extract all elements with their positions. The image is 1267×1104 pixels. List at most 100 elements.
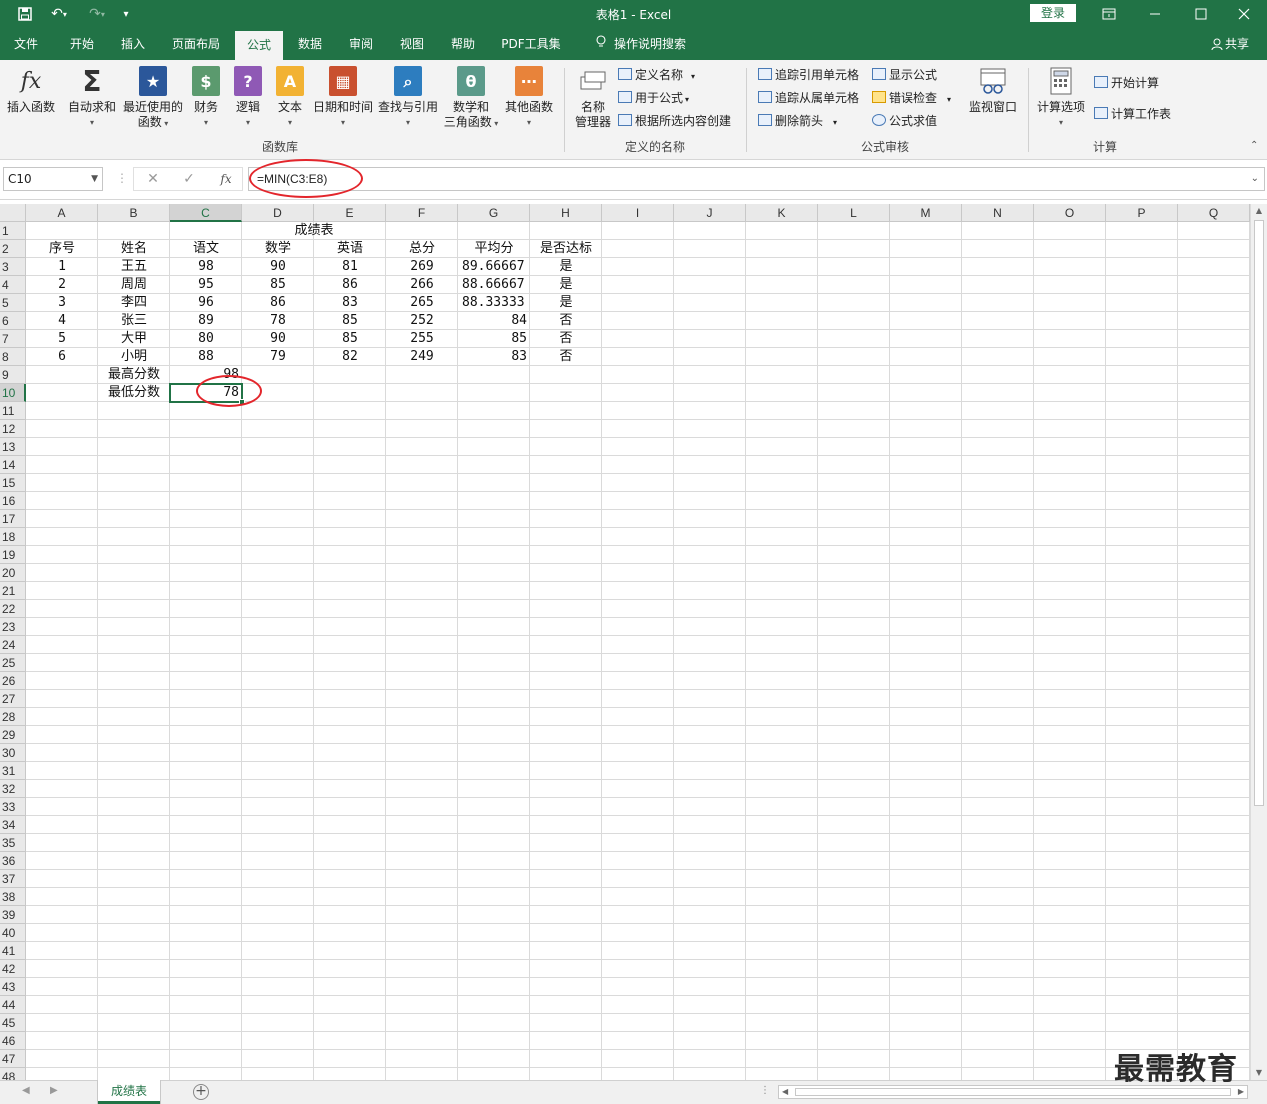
data-cell[interactable]: 86 bbox=[242, 294, 314, 312]
sheet-tab-active[interactable]: 成绩表 bbox=[98, 1080, 160, 1104]
maximize-icon[interactable] bbox=[1178, 0, 1224, 28]
column-header-q[interactable]: Q bbox=[1178, 204, 1250, 222]
define-name-button[interactable]: 定义名称 ▾ bbox=[618, 66, 695, 84]
data-cell[interactable]: 88.33333 bbox=[458, 294, 530, 312]
watch-window-button[interactable]: 监视窗口 bbox=[966, 66, 1020, 115]
vertical-scroll-thumb[interactable] bbox=[1254, 220, 1264, 806]
scroll-up-icon[interactable]: ▲ bbox=[1251, 204, 1267, 218]
minimize-icon[interactable] bbox=[1132, 0, 1178, 28]
collapse-ribbon-icon[interactable]: ⌃ bbox=[1250, 140, 1258, 151]
row-header-36[interactable]: 36 bbox=[0, 852, 26, 870]
row-header-15[interactable]: 15 bbox=[0, 474, 26, 492]
save-icon[interactable] bbox=[14, 4, 36, 24]
column-header-l[interactable]: L bbox=[818, 204, 890, 222]
error-checking-button[interactable]: 错误检查 ▾ bbox=[872, 89, 951, 107]
data-cell[interactable]: 6 bbox=[26, 348, 98, 366]
column-header-i[interactable]: I bbox=[602, 204, 674, 222]
column-header-f[interactable]: F bbox=[386, 204, 458, 222]
column-header-b[interactable]: B bbox=[98, 204, 170, 222]
data-cell[interactable]: 是 bbox=[530, 276, 602, 294]
max-score-value[interactable]: 98 bbox=[170, 366, 242, 384]
create-from-selection-button[interactable]: 根据所选内容创建 bbox=[618, 112, 731, 130]
insert-function-fx-icon[interactable]: fx bbox=[216, 167, 236, 191]
row-header-35[interactable]: 35 bbox=[0, 834, 26, 852]
data-cell[interactable]: 周周 bbox=[98, 276, 170, 294]
row-header-33[interactable]: 33 bbox=[0, 798, 26, 816]
header-cell[interactable]: 英语 bbox=[314, 240, 386, 258]
login-button[interactable]: 登录 bbox=[1030, 4, 1076, 22]
row-header-1[interactable]: 1 bbox=[0, 222, 26, 240]
row-header-25[interactable]: 25 bbox=[0, 654, 26, 672]
scroll-right-icon[interactable]: ▶ bbox=[1238, 1086, 1244, 1098]
data-cell[interactable]: 96 bbox=[170, 294, 242, 312]
max-score-label[interactable]: 最高分数 bbox=[98, 366, 170, 384]
worksheet-grid[interactable]: ABCDEFGHIJKLMNOPQ 1 2 3 4 5 6 7 8 9 10 11 12 13 14 15 1… bbox=[0, 204, 1250, 1080]
row-header-19[interactable]: 19 bbox=[0, 546, 26, 564]
lookup-reference-button[interactable]: ⌕ 查找与引用 ▾ bbox=[376, 66, 440, 130]
more-functions-button[interactable]: ⋯ 其他函数 ▾ bbox=[502, 66, 556, 130]
row-header-3[interactable]: 3 bbox=[0, 258, 26, 276]
trace-dependents-button[interactable]: 追踪从属单元格 bbox=[758, 89, 859, 107]
show-formulas-button[interactable]: 显示公式 bbox=[872, 66, 937, 84]
data-cell[interactable]: 95 bbox=[170, 276, 242, 294]
data-cell[interactable]: 84 bbox=[458, 312, 530, 330]
data-cell[interactable]: 85 bbox=[314, 330, 386, 348]
column-header-h[interactable]: H bbox=[530, 204, 602, 222]
data-cell[interactable]: 90 bbox=[242, 330, 314, 348]
row-header-32[interactable]: 32 bbox=[0, 780, 26, 798]
tell-me-search[interactable]: 操作说明搜索 bbox=[586, 28, 696, 60]
insert-function-button[interactable]: fx 插入函数 bbox=[4, 66, 58, 115]
tab-view[interactable]: 视图 bbox=[390, 28, 434, 60]
row-header-43[interactable]: 43 bbox=[0, 978, 26, 996]
column-header-g[interactable]: G bbox=[458, 204, 530, 222]
row-header-29[interactable]: 29 bbox=[0, 726, 26, 744]
formula-bar-grip-icon[interactable]: ⋮ bbox=[116, 171, 128, 185]
row-header-48[interactable]: 48 bbox=[0, 1068, 26, 1080]
data-cell[interactable]: 81 bbox=[314, 258, 386, 276]
data-cell[interactable]: 252 bbox=[386, 312, 458, 330]
row-header-16[interactable]: 16 bbox=[0, 492, 26, 510]
name-box[interactable]: C10 ▼ bbox=[3, 167, 103, 191]
column-header-m[interactable]: M bbox=[890, 204, 962, 222]
enter-check-icon[interactable]: ✓ bbox=[180, 167, 198, 191]
tab-insert[interactable]: 插入 bbox=[110, 28, 156, 60]
vertical-scrollbar[interactable]: ▲ ▼ bbox=[1250, 204, 1267, 1080]
header-cell[interactable]: 是否达标 bbox=[530, 240, 602, 258]
tab-file[interactable]: 文件 bbox=[4, 28, 48, 60]
data-cell[interactable]: 86 bbox=[314, 276, 386, 294]
data-cell[interactable]: 83 bbox=[458, 348, 530, 366]
tab-formulas[interactable]: 公式 bbox=[235, 31, 283, 60]
data-cell[interactable]: 83 bbox=[314, 294, 386, 312]
chevron-down-icon[interactable]: ▼ bbox=[91, 168, 98, 190]
tab-page-layout[interactable]: 页面布局 bbox=[164, 28, 228, 60]
data-cell[interactable]: 小明 bbox=[98, 348, 170, 366]
row-header-12[interactable]: 12 bbox=[0, 420, 26, 438]
undo-icon[interactable]: ↶ ▾ bbox=[44, 4, 74, 24]
data-cell[interactable]: 89.66667 bbox=[458, 258, 530, 276]
sheet-title-cell[interactable]: 成绩表 bbox=[26, 222, 602, 240]
tab-split-grip-icon[interactable]: ⋮ bbox=[760, 1085, 770, 1096]
data-cell[interactable]: 3 bbox=[26, 294, 98, 312]
column-header-d[interactable]: D bbox=[242, 204, 314, 222]
row-header-18[interactable]: 18 bbox=[0, 528, 26, 546]
logical-button[interactable]: ? 逻辑 ▾ bbox=[230, 66, 266, 130]
data-cell[interactable]: 否 bbox=[530, 330, 602, 348]
row-header-47[interactable]: 47 bbox=[0, 1050, 26, 1068]
column-header-o[interactable]: O bbox=[1034, 204, 1106, 222]
data-cell[interactable]: 79 bbox=[242, 348, 314, 366]
row-header-41[interactable]: 41 bbox=[0, 942, 26, 960]
row-header-5[interactable]: 5 bbox=[0, 294, 26, 312]
column-header-e[interactable]: E bbox=[314, 204, 386, 222]
data-cell[interactable]: 2 bbox=[26, 276, 98, 294]
row-header-34[interactable]: 34 bbox=[0, 816, 26, 834]
data-cell[interactable]: 89 bbox=[170, 312, 242, 330]
row-header-14[interactable]: 14 bbox=[0, 456, 26, 474]
row-header-39[interactable]: 39 bbox=[0, 906, 26, 924]
column-header-k[interactable]: K bbox=[746, 204, 818, 222]
data-cell[interactable]: 大甲 bbox=[98, 330, 170, 348]
data-cell[interactable]: 80 bbox=[170, 330, 242, 348]
evaluate-formula-button[interactable]: 公式求值 bbox=[872, 112, 937, 130]
data-cell[interactable]: 85 bbox=[314, 312, 386, 330]
header-cell[interactable]: 平均分 bbox=[458, 240, 530, 258]
prev-sheet-icon[interactable]: ◀ bbox=[22, 1085, 30, 1096]
